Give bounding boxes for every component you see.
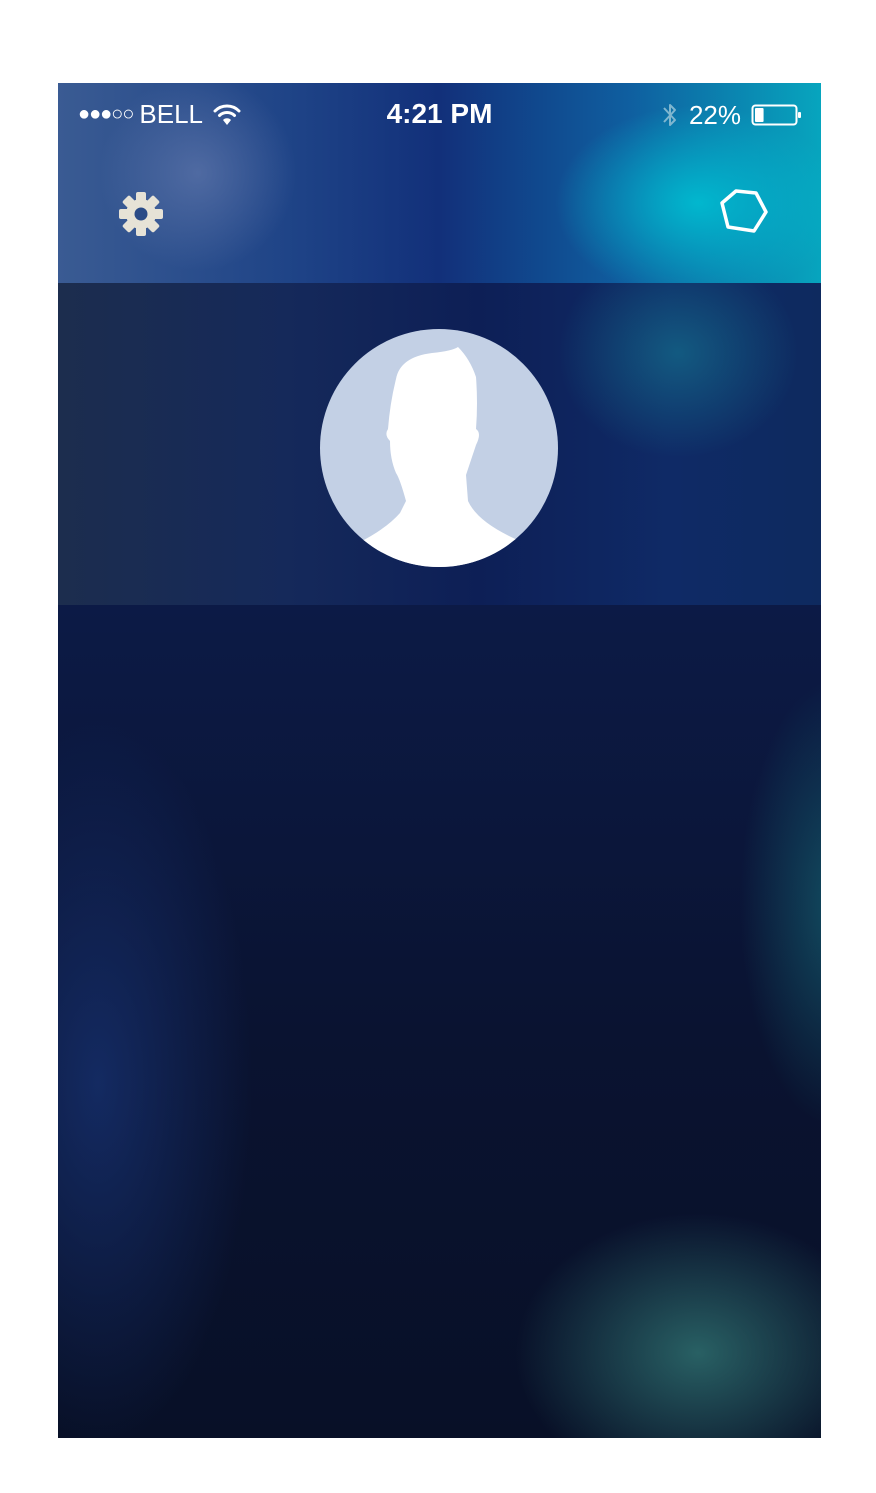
status-bar: ●●●○○ BELL 4:21 PM 22% bbox=[58, 83, 821, 145]
status-right: 22% bbox=[661, 99, 803, 131]
gear-icon[interactable] bbox=[116, 189, 166, 239]
header: ●●●○○ BELL 4:21 PM 22% bbox=[58, 83, 821, 283]
battery-icon bbox=[751, 104, 801, 126]
battery-percent: 22% bbox=[688, 99, 741, 130]
pentagon-icon[interactable] bbox=[716, 185, 770, 239]
nav-bar bbox=[58, 145, 821, 283]
profile-silhouette-icon bbox=[358, 347, 520, 567]
bluetooth-icon bbox=[663, 104, 676, 126]
profile-avatar[interactable] bbox=[320, 329, 558, 567]
phone-screen: ●●●○○ BELL 4:21 PM 22% bbox=[58, 83, 821, 1438]
battery-fill bbox=[755, 108, 764, 122]
